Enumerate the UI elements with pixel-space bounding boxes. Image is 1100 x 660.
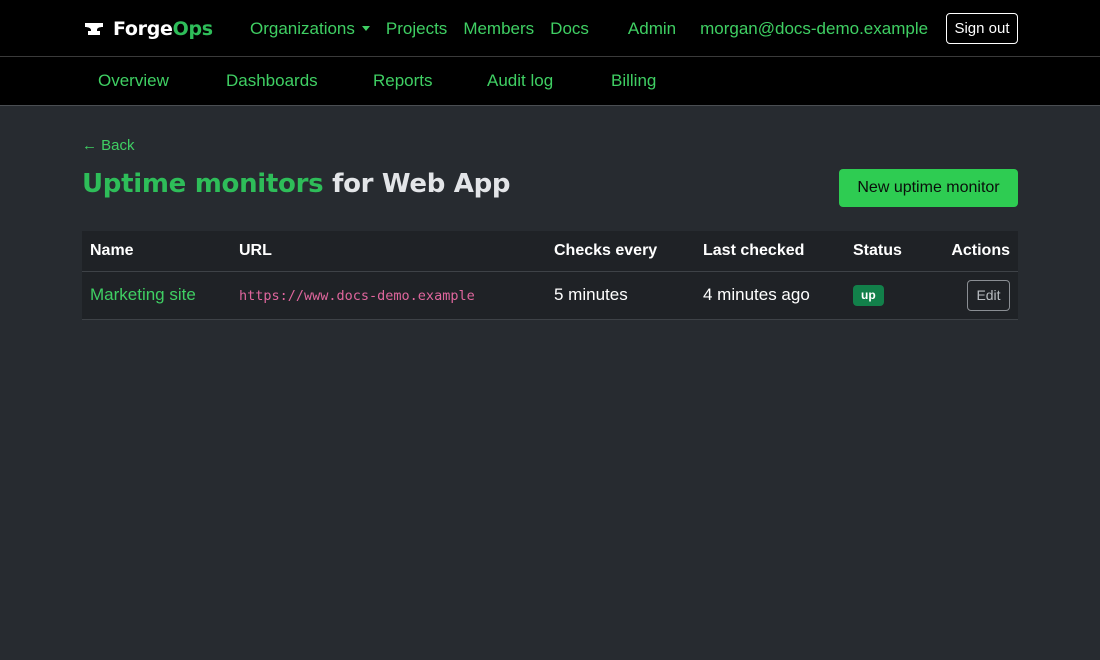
monitor-name-cell: Marketing site [82,271,231,320]
table-header-row: Name URL Checks every Last checked Statu… [82,231,1018,272]
nav-members[interactable]: Members [463,19,534,39]
subnav-audit-log[interactable]: Audit log [487,71,553,91]
nav-organizations-dropdown[interactable]: Organizations [250,19,370,39]
monitor-interval: 5 minutes [546,271,695,320]
brand-logo[interactable]: Forge Ops [84,14,213,44]
nav-user-email[interactable]: morgan@docs-demo.example [700,19,928,39]
status-badge: up [853,285,884,306]
column-header-name: Name [82,231,231,272]
monitor-url: https://www.docs-demo.example [239,288,475,304]
subnav-dashboards[interactable]: Dashboards [226,71,318,91]
monitor-name-link[interactable]: Marketing site [90,285,196,304]
subnav-billing[interactable]: Billing [611,71,656,91]
nav-projects[interactable]: Projects [386,19,447,39]
column-header-url: URL [231,231,546,272]
brand-name-forge: Forge [113,18,173,40]
sign-out-button[interactable]: Sign out [946,13,1018,44]
brand-name-ops: Ops [172,18,213,40]
caret-down-icon [361,25,370,31]
subnav-overview[interactable]: Overview [98,71,169,91]
back-link[interactable]: ← Back [82,137,135,154]
main-nav: Organizations Projects Members Docs Admi… [250,0,928,57]
page-title-highlight: Uptime monitors [82,169,324,199]
nav-admin[interactable]: Admin [628,19,676,39]
table-row: Marketing site https://www.docs-demo.exa… [82,271,1018,320]
top-navbar: Forge Ops Organizations Projects Members… [0,0,1100,57]
monitor-last-checked: 4 minutes ago [695,271,845,320]
column-header-actions: Actions [925,231,1018,272]
edit-monitor-button[interactable]: Edit [967,279,1010,311]
anvil-icon [85,23,103,35]
nav-organizations-label: Organizations [250,18,355,38]
nav-docs[interactable]: Docs [550,19,589,39]
subnav-reports[interactable]: Reports [373,71,433,91]
project-subnav: Overview Dashboards Reports Audit log Bi… [0,57,1100,106]
page-title-context: for Web App [323,169,511,199]
monitor-actions-cell: Edit [925,271,1018,320]
page-title: Uptime monitors for Web App [82,169,511,199]
column-header-checks-every: Checks every [546,231,695,272]
column-header-last-checked: Last checked [695,231,845,272]
column-header-status: Status [845,231,925,272]
new-uptime-monitor-button[interactable]: New uptime monitor [839,169,1018,207]
monitor-url-cell: https://www.docs-demo.example [231,271,546,320]
monitor-status-cell: up [845,271,925,320]
uptime-monitors-table: Name URL Checks every Last checked Statu… [82,231,1018,320]
